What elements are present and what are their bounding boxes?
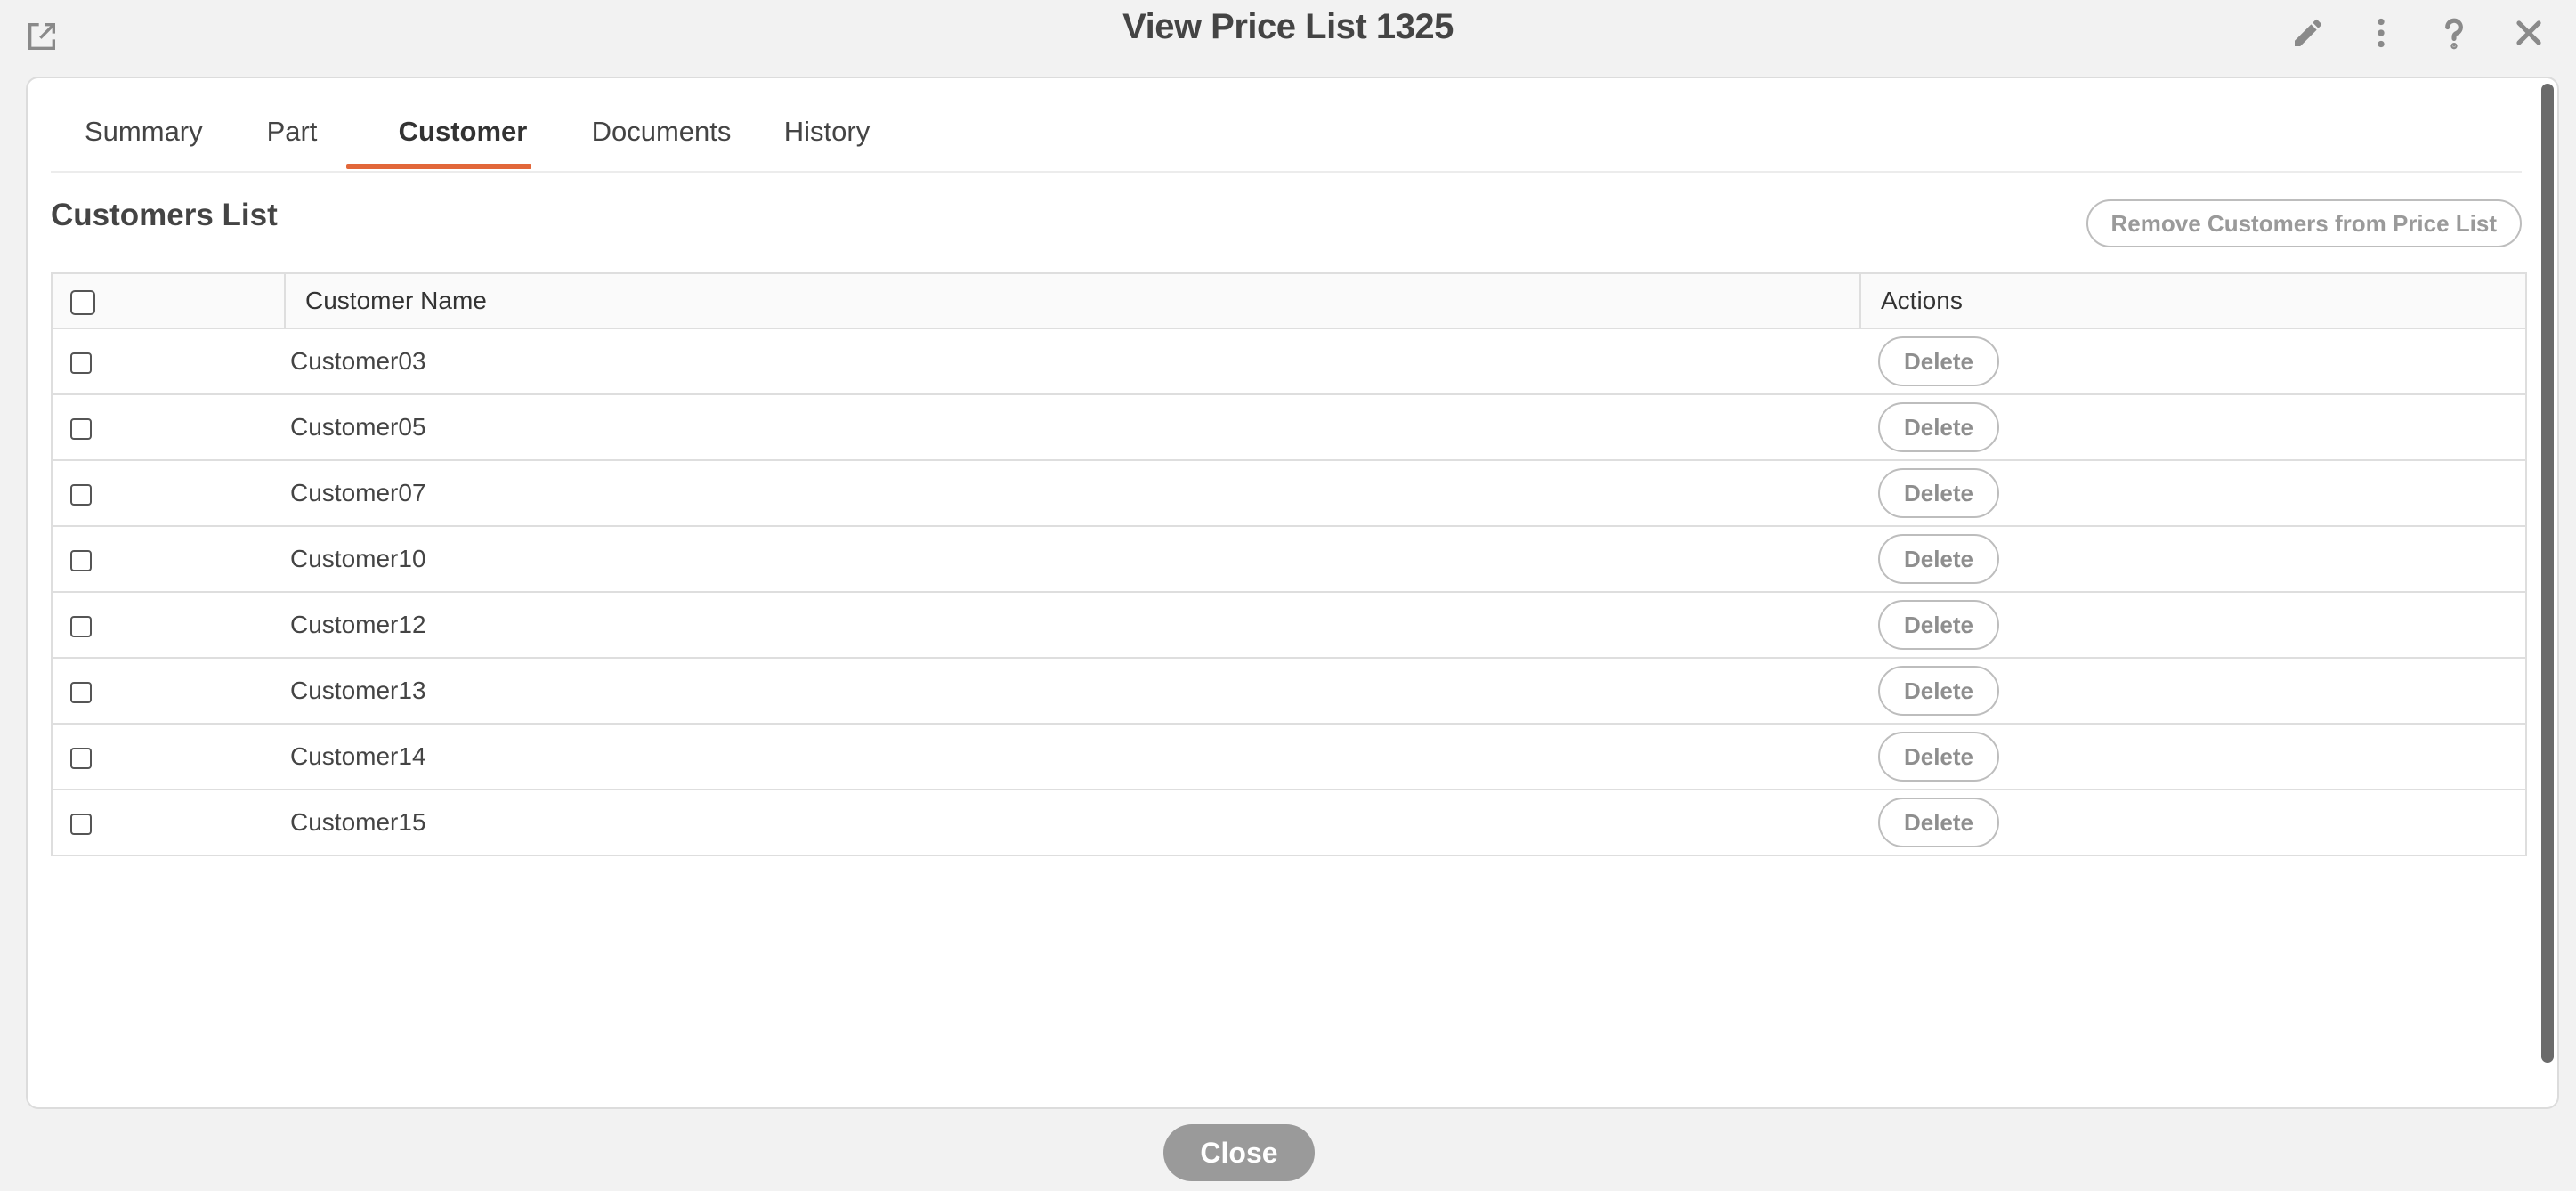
row-checkbox[interactable] — [70, 681, 92, 703]
customer-name-cell: Customer15 — [285, 789, 1860, 856]
tab-part[interactable]: Part — [261, 116, 323, 171]
actions-header: Actions — [1859, 272, 2527, 329]
delete-button[interactable]: Delete — [1878, 534, 1999, 584]
actions-cell: Delete — [1860, 459, 2527, 527]
row-select-cell — [51, 328, 285, 395]
customer-name-cell: Customer12 — [285, 591, 1860, 659]
table-row: Customer13 Delete — [51, 657, 2527, 725]
pencil-icon[interactable] — [2288, 12, 2329, 53]
tab-documents[interactable]: Documents — [565, 116, 757, 171]
delete-button[interactable]: Delete — [1878, 600, 1999, 650]
row-select-cell — [51, 723, 285, 790]
dialog-title: View Price List 1325 — [1122, 7, 1454, 46]
row-checkbox[interactable] — [70, 352, 92, 374]
table-row: Customer07 Delete — [51, 459, 2527, 527]
close-icon[interactable] — [2508, 12, 2549, 53]
help-icon[interactable] — [2434, 12, 2475, 53]
customer-name-cell: Customer03 — [285, 328, 1860, 395]
delete-button[interactable]: Delete — [1878, 468, 1999, 518]
table-row: Customer03 Delete — [51, 328, 2527, 395]
delete-button[interactable]: Delete — [1878, 798, 1999, 847]
vertical-scrollbar[interactable] — [2541, 84, 2554, 1063]
row-checkbox[interactable] — [70, 615, 92, 637]
close-button[interactable]: Close — [1163, 1124, 1315, 1181]
actions-cell: Delete — [1860, 591, 2527, 659]
actions-cell: Delete — [1860, 657, 2527, 725]
customer-name-header: Customer Name — [284, 272, 1861, 329]
customer-name-cell: Customer13 — [285, 657, 1860, 725]
table-header-row: Customer Name Actions — [51, 272, 2527, 329]
table-row: Customer14 Delete — [51, 723, 2527, 790]
tabs-divider — [51, 171, 2522, 173]
customer-name-cell: Customer10 — [285, 525, 1860, 593]
table-row: Customer15 Delete — [51, 789, 2527, 856]
actions-cell: Delete — [1860, 328, 2527, 395]
select-all-checkbox[interactable] — [70, 289, 95, 315]
row-checkbox[interactable] — [70, 417, 92, 440]
row-select-cell — [51, 591, 285, 659]
delete-button[interactable]: Delete — [1878, 336, 1999, 386]
section-title: Customers List — [51, 198, 278, 232]
row-checkbox[interactable] — [70, 813, 92, 835]
dialog-header: View Price List 1325 — [0, 0, 2576, 71]
more-vertical-icon[interactable] — [2361, 12, 2402, 53]
active-tab-indicator — [346, 164, 531, 169]
tab-customer[interactable]: Customer — [371, 116, 555, 171]
row-checkbox[interactable] — [70, 747, 92, 769]
actions-cell: Delete — [1860, 789, 2527, 856]
customers-table: Customer Name Actions Customer03 Delete … — [51, 272, 2527, 856]
remove-customers-button[interactable]: Remove Customers from Price List — [2086, 199, 2522, 247]
select-all-header — [51, 272, 286, 329]
row-select-cell — [51, 789, 285, 856]
tab-history[interactable]: History — [772, 116, 882, 171]
table-row: Customer12 Delete — [51, 591, 2527, 659]
actions-cell: Delete — [1860, 525, 2527, 593]
row-select-cell — [51, 459, 285, 527]
customer-name-cell: Customer14 — [285, 723, 1860, 790]
delete-button[interactable]: Delete — [1878, 666, 1999, 716]
actions-cell: Delete — [1860, 723, 2527, 790]
delete-button[interactable]: Delete — [1878, 732, 1999, 782]
table-row: Customer05 Delete — [51, 393, 2527, 461]
row-select-cell — [51, 525, 285, 593]
actions-cell: Delete — [1860, 393, 2527, 461]
customer-name-cell: Customer05 — [285, 393, 1860, 461]
row-checkbox[interactable] — [70, 549, 92, 571]
row-checkbox[interactable] — [70, 483, 92, 506]
row-select-cell — [51, 393, 285, 461]
customer-name-cell: Customer07 — [285, 459, 1860, 527]
price-list-panel: Summary Part Customer Documents History … — [26, 77, 2559, 1109]
tab-summary[interactable]: Summary — [85, 116, 203, 171]
delete-button[interactable]: Delete — [1878, 402, 1999, 452]
table-row: Customer10 Delete — [51, 525, 2527, 593]
row-select-cell — [51, 657, 285, 725]
